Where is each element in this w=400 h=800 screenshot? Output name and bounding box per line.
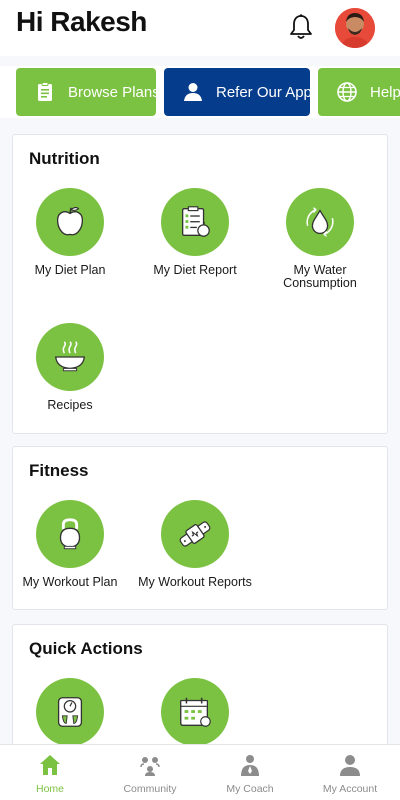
quick-actions-card: Quick Actions xyxy=(12,624,388,764)
my-workout-plan-label: My Workout Plan xyxy=(22,575,118,589)
globe-icon xyxy=(337,82,357,102)
nutrition-title: Nutrition xyxy=(29,149,100,168)
browse-plans-label: Browse Plans xyxy=(68,83,156,101)
coach-icon xyxy=(241,755,259,776)
avatar-image xyxy=(335,8,375,48)
clipboard-icon xyxy=(38,82,52,101)
my-diet-report-tile[interactable]: My Diet Report xyxy=(133,188,257,277)
my-workout-plan-tile[interactable]: My Workout Plan xyxy=(8,500,132,589)
nav-home[interactable]: Home xyxy=(0,753,100,795)
my-diet-plan-label: My Diet Plan xyxy=(34,263,106,277)
header: Hi Rakesh xyxy=(0,0,400,56)
fitness-title: Fitness xyxy=(29,461,89,480)
weight-log-tile[interactable] xyxy=(8,678,132,746)
account-icon xyxy=(340,755,360,776)
help-label: Help xyxy=(370,83,400,101)
nutrition-card: Nutrition My Diet Plan My Diet Report My… xyxy=(12,134,388,434)
nav-my-coach[interactable]: My Coach xyxy=(200,753,300,795)
quick-actions-title: Quick Actions xyxy=(29,639,143,658)
greeting-title: Hi Rakesh xyxy=(16,6,147,37)
my-diet-plan-tile[interactable]: My Diet Plan xyxy=(8,188,132,277)
help-button[interactable]: Help xyxy=(318,68,400,116)
bell-icon[interactable] xyxy=(286,12,316,42)
nav-my-account[interactable]: My Account xyxy=(300,753,400,795)
nav-home-label: Home xyxy=(35,783,64,795)
community-icon xyxy=(140,757,160,776)
kettlebell-icon xyxy=(59,518,81,550)
quick-links-row: Browse Plans Refer Our App Help xyxy=(0,66,400,118)
my-workout-reports-label: My Workout Reports xyxy=(138,575,252,589)
apple-icon xyxy=(56,206,84,236)
bottom-navigation: Home Community My Coach My Account xyxy=(0,744,400,800)
fitness-band-icon xyxy=(179,521,211,547)
report-icon xyxy=(181,206,210,237)
calendar-icon xyxy=(180,697,211,727)
person-icon xyxy=(184,83,202,101)
my-diet-report-label: My Diet Report xyxy=(153,263,237,277)
nav-my-account-label: My Account xyxy=(322,783,378,795)
nav-community-label: Community xyxy=(123,783,177,795)
refer-app-label: Refer Our App xyxy=(216,83,310,101)
recipes-label: Recipes xyxy=(47,398,93,412)
nav-community[interactable]: Community xyxy=(100,753,200,795)
my-water-consumption-tile[interactable]: My Water Consumption xyxy=(258,188,382,290)
home-icon xyxy=(40,755,60,775)
weighing-scale-icon xyxy=(57,697,83,727)
water-drop-icon xyxy=(306,207,334,237)
bowl-icon xyxy=(55,341,85,372)
recipes-tile[interactable]: Recipes xyxy=(8,323,132,412)
my-workout-reports-tile[interactable]: My Workout Reports xyxy=(128,500,262,589)
schedule-tile[interactable] xyxy=(133,678,257,746)
browse-plans-button[interactable]: Browse Plans xyxy=(16,68,156,116)
refer-app-button[interactable]: Refer Our App xyxy=(164,68,310,116)
nav-my-coach-label: My Coach xyxy=(226,783,274,795)
avatar[interactable] xyxy=(335,8,375,48)
my-water-consumption-label: My Water Consumption xyxy=(283,263,357,290)
fitness-card: Fitness My Workout Plan My Workout Repor… xyxy=(12,446,388,610)
